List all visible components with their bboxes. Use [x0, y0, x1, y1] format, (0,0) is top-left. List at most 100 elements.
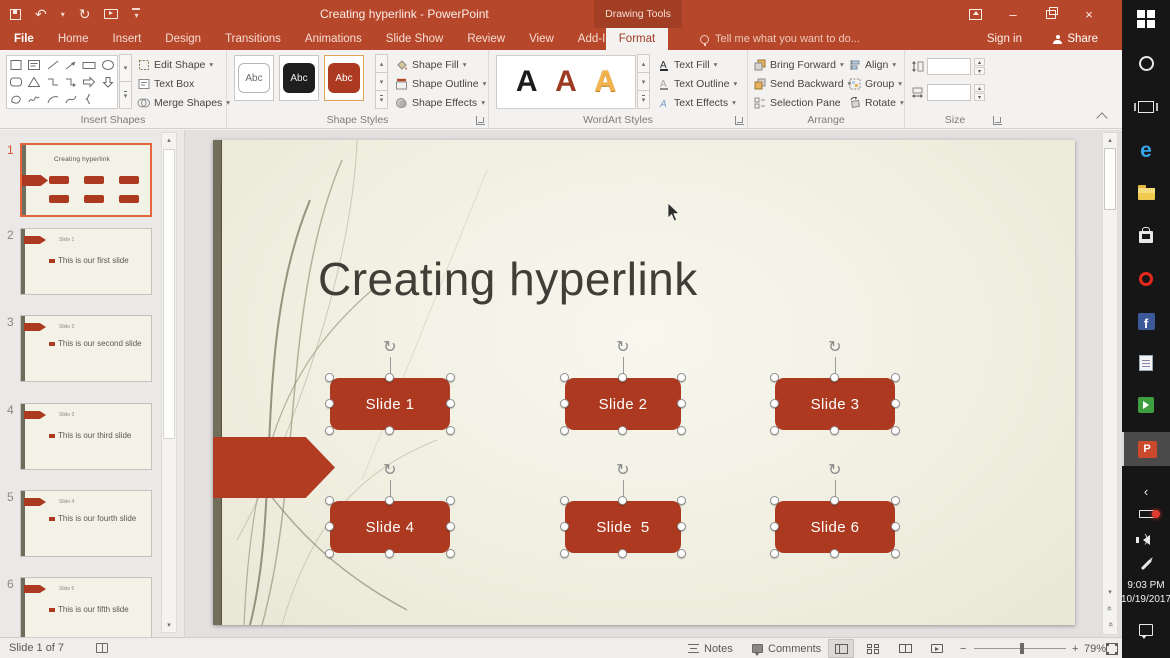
- start-slideshow-icon[interactable]: [104, 9, 118, 19]
- resize-handle[interactable]: [770, 426, 779, 435]
- shape-fill-button[interactable]: Shape Fill▾: [395, 55, 466, 74]
- text-box-button[interactable]: Text Box: [137, 74, 194, 93]
- wordart-sample-gold[interactable]: A: [594, 67, 616, 97]
- wordart-scroll-up[interactable]: ▴: [637, 54, 650, 73]
- zoom-out-button[interactable]: −: [960, 638, 966, 658]
- thumbnail-panel-scrollbar[interactable]: ▴ ▾: [161, 132, 177, 633]
- close-button[interactable]: ×: [1070, 0, 1108, 28]
- powerpoint-taskbar-button[interactable]: P: [1122, 432, 1170, 466]
- resize-handle[interactable]: [677, 373, 686, 382]
- notes-display-icon[interactable]: [96, 643, 108, 653]
- text-fill-button[interactable]: A Text Fill▾: [657, 55, 717, 74]
- tell-me-box[interactable]: Tell me what you want to do...: [700, 28, 860, 50]
- wordart-scroll-down[interactable]: ▾: [637, 72, 650, 91]
- resize-handle[interactable]: [560, 373, 569, 382]
- resize-handle[interactable]: [446, 496, 455, 505]
- share-button[interactable]: Share: [1053, 28, 1098, 50]
- save-icon[interactable]: [10, 9, 21, 20]
- shape-button-slide-2[interactable]: ↻ Slide 2: [565, 378, 681, 430]
- scrollbar-thumb[interactable]: [163, 149, 175, 439]
- zoom-slider-thumb[interactable]: [1020, 643, 1024, 654]
- resize-handle[interactable]: [770, 373, 779, 382]
- resize-handle[interactable]: [560, 496, 569, 505]
- scroll-down-arrow[interactable]: ▾: [162, 618, 176, 632]
- wordart-dialog-launcher[interactable]: [735, 116, 744, 125]
- zoom-in-button[interactable]: +: [1072, 638, 1078, 658]
- thumbnail-slide-5[interactable]: 5 Slide 4 This is our fourth slide: [0, 490, 160, 559]
- resize-handle[interactable]: [618, 426, 627, 435]
- shape-gallery-scroll-down[interactable]: ▾: [119, 54, 132, 82]
- shape-style-swatch-black[interactable]: Abc: [279, 55, 319, 101]
- height-step-up[interactable]: ▴: [974, 58, 985, 66]
- width-step-down[interactable]: ▾: [974, 93, 985, 101]
- thumbnail-preview[interactable]: Slide 4 This is our fourth slide: [20, 490, 152, 557]
- action-center-button[interactable]: [1122, 620, 1170, 640]
- green-app-button[interactable]: [1122, 394, 1170, 416]
- shape-gallery[interactable]: [6, 55, 118, 109]
- zoom-slider[interactable]: [974, 648, 1066, 649]
- resize-handle[interactable]: [385, 426, 394, 435]
- opera-button[interactable]: [1122, 268, 1170, 290]
- rotate-handle-icon[interactable]: ↻: [616, 463, 630, 479]
- resize-handle[interactable]: [560, 426, 569, 435]
- resize-handle[interactable]: [830, 496, 839, 505]
- notes-button[interactable]: Notes: [688, 638, 733, 658]
- slideshow-view-button[interactable]: [924, 639, 950, 658]
- resize-handle[interactable]: [677, 522, 686, 531]
- shape-styles-dialog-launcher[interactable]: [476, 116, 485, 125]
- shape-button-slide-3[interactable]: ↻ Slide 3: [775, 378, 895, 430]
- redo-icon[interactable]: ↻: [79, 7, 91, 21]
- battery-status[interactable]: [1122, 506, 1170, 522]
- rotate-button[interactable]: Rotate▾: [848, 93, 904, 112]
- shape-gallery-more-button[interactable]: ▾: [119, 81, 132, 109]
- wordart-more-button[interactable]: ▾: [637, 90, 650, 109]
- previous-slide-button[interactable]: «: [1103, 602, 1117, 615]
- resize-handle[interactable]: [325, 522, 334, 531]
- thumbnail-preview[interactable]: Slide 1 This is our first slide: [20, 228, 152, 295]
- tab-view[interactable]: View: [517, 28, 566, 50]
- resize-handle[interactable]: [446, 373, 455, 382]
- pen-settings-button[interactable]: [1122, 556, 1170, 572]
- tab-review[interactable]: Review: [455, 28, 517, 50]
- thumbnail-slide-6[interactable]: 6 Slide 5 This is our fifth slide: [0, 577, 160, 637]
- thumbnail-preview[interactable]: Slide 5 This is our fifth slide: [20, 577, 152, 637]
- tab-home[interactable]: Home: [46, 28, 101, 50]
- tab-design[interactable]: Design: [153, 28, 213, 50]
- wordart-sample-black[interactable]: A: [516, 67, 538, 97]
- thumbnail-preview[interactable]: Creating hyperlink: [20, 143, 152, 217]
- thumbnail-preview[interactable]: Slide 3 This is our third slide: [20, 403, 152, 470]
- resize-handle[interactable]: [830, 373, 839, 382]
- resize-handle[interactable]: [677, 549, 686, 558]
- text-outline-button[interactable]: A Text Outline▾: [657, 74, 737, 93]
- shape-button-slide-5[interactable]: ↻ Slide 5: [565, 501, 681, 553]
- rotate-handle-icon[interactable]: ↻: [383, 340, 397, 356]
- thumbnail-slide-1[interactable]: 1 Creating hyperlink: [0, 143, 160, 219]
- tab-animations[interactable]: Animations: [293, 28, 374, 50]
- resize-handle[interactable]: [770, 522, 779, 531]
- scroll-up-arrow[interactable]: ▴: [1103, 133, 1117, 146]
- cortana-button[interactable]: [1122, 52, 1170, 74]
- wordart-sample-red[interactable]: A: [555, 67, 577, 97]
- resize-handle[interactable]: [891, 549, 900, 558]
- shape-styles-more-button[interactable]: ▾: [375, 90, 388, 109]
- slide-canvas[interactable]: Creating hyperlink ↻ Slide 1 ↻: [213, 140, 1075, 625]
- scrollbar-thumb[interactable]: [1104, 148, 1116, 210]
- shape-width-input[interactable]: [927, 84, 971, 101]
- editor-vertical-scrollbar[interactable]: ▴ ▾ « «: [1102, 132, 1118, 635]
- minimize-button[interactable]: –: [994, 0, 1032, 28]
- resize-handle[interactable]: [891, 496, 900, 505]
- resize-handle[interactable]: [830, 549, 839, 558]
- resize-handle[interactable]: [325, 426, 334, 435]
- size-dialog-launcher[interactable]: [993, 116, 1002, 125]
- rotate-handle-icon[interactable]: ↻: [383, 463, 397, 479]
- reading-view-button[interactable]: [892, 639, 918, 658]
- edge-taskbar-button[interactable]: e: [1122, 138, 1170, 162]
- undo-icon[interactable]: ↶: [35, 7, 47, 21]
- collapse-ribbon-button[interactable]: [1096, 112, 1107, 123]
- ribbon-display-options-button[interactable]: [956, 0, 994, 28]
- resize-handle[interactable]: [385, 549, 394, 558]
- resize-handle[interactable]: [446, 549, 455, 558]
- bring-forward-button[interactable]: Bring Forward▾: [753, 55, 844, 74]
- slide-sorter-view-button[interactable]: [860, 639, 886, 658]
- resize-handle[interactable]: [325, 496, 334, 505]
